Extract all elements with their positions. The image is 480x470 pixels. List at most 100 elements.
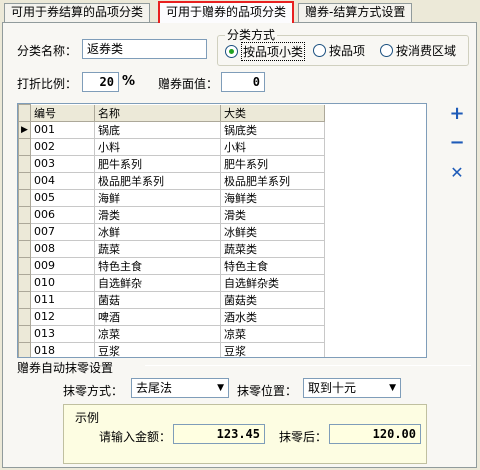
table-row[interactable]: 007 冰鲜 冰鲜类 [18, 222, 325, 241]
category-grid[interactable]: 编号 名称 大类 ▶ 001 锅底 锅底类 002 小料 小料 003 肥牛系列 肥牛系列 004 极… [17, 103, 427, 358]
cell-name[interactable]: 海鲜 [94, 188, 221, 207]
row-indicator[interactable] [18, 205, 31, 224]
table-row[interactable]: 013 凉菜 凉菜 [18, 324, 325, 343]
row-indicator[interactable] [18, 290, 31, 309]
delete-button[interactable]: ✕ [447, 163, 467, 183]
add-button[interactable]: + [447, 104, 467, 124]
col-header-major[interactable]: 大类 [220, 104, 325, 122]
table-row[interactable]: 009 特色主食 特色主食 [18, 256, 325, 275]
cell-major[interactable]: 冰鲜类 [220, 222, 325, 241]
cell-name[interactable]: 锅底 [94, 120, 221, 139]
cell-code[interactable]: 010 [30, 273, 95, 292]
cell-name[interactable]: 冰鲜 [94, 222, 221, 241]
cell-name[interactable]: 极品肥羊系列 [94, 171, 221, 190]
row-indicator[interactable] [18, 324, 31, 343]
row-indicator[interactable] [18, 171, 31, 190]
discount-input[interactable]: 20 [82, 72, 119, 92]
table-row[interactable]: 011 菌菇 菌菇类 [18, 290, 325, 309]
cell-code[interactable]: 012 [30, 307, 95, 326]
row-indicator[interactable] [18, 239, 31, 258]
row-indicator[interactable]: ▶ [18, 120, 31, 139]
radio-by-consume-area[interactable]: 按消费区域 [380, 42, 456, 59]
cell-code[interactable]: 009 [30, 256, 95, 275]
category-name-input[interactable]: 返券类 [82, 39, 207, 59]
cell-name[interactable]: 菌菇 [94, 290, 221, 309]
cell-major[interactable]: 肥牛系列 [220, 154, 325, 173]
table-row[interactable]: 005 海鲜 海鲜类 [18, 188, 325, 207]
row-indicator[interactable] [18, 307, 31, 326]
example-amount-input[interactable]: 123.45 [173, 424, 265, 444]
cell-major[interactable]: 凉菜 [220, 324, 325, 343]
table-row[interactable]: ▶ 001 锅底 锅底类 [18, 120, 325, 139]
row-indicator[interactable] [18, 222, 31, 241]
cell-code[interactable]: 001 [30, 120, 95, 139]
tab-settle-categories[interactable]: 可用于券结算的品项分类 [4, 3, 151, 22]
row-indicator[interactable] [18, 137, 31, 156]
cell-major[interactable]: 菌菇类 [220, 290, 325, 309]
cell-name[interactable]: 小料 [94, 137, 221, 156]
cell-major[interactable]: 酒水类 [220, 307, 325, 326]
cell-name[interactable]: 蔬菜 [94, 239, 221, 258]
cell-name[interactable]: 豆浆 [94, 341, 221, 357]
cell-name[interactable]: 啤酒 [94, 307, 221, 326]
cell-major[interactable]: 特色主食 [220, 256, 325, 275]
cell-name[interactable]: 特色主食 [94, 256, 221, 275]
cell-code[interactable]: 006 [30, 205, 95, 224]
rounding-mode-label: 抹零方式： [63, 384, 124, 398]
table-row[interactable]: 012 啤酒 酒水类 [18, 307, 325, 326]
remove-button[interactable]: − [447, 133, 467, 153]
cell-major[interactable]: 滑类 [220, 205, 325, 224]
col-header-name[interactable]: 名称 [94, 104, 221, 122]
cell-major[interactable]: 锅底类 [220, 120, 325, 139]
row-indicator[interactable] [18, 188, 31, 207]
cell-code[interactable]: 004 [30, 171, 95, 190]
tab-panel: 分类名称： 返券类 分类方式 按品项小类 按品项 按消费区域 打折比例： 20 … [2, 22, 477, 468]
cell-name[interactable]: 肥牛系列 [94, 154, 221, 173]
rounding-mode-select[interactable]: 去尾法 ▼ [131, 378, 229, 398]
rounding-position-label: 抹零位置： [237, 384, 298, 398]
cell-code[interactable]: 008 [30, 239, 95, 258]
cell-name[interactable]: 滑类 [94, 205, 221, 224]
table-row[interactable]: 008 蔬菜 蔬菜类 [18, 239, 325, 258]
category-name-label: 分类名称： [17, 44, 78, 58]
cell-major[interactable]: 海鲜类 [220, 188, 325, 207]
table-row[interactable]: 002 小料 小料 [18, 137, 325, 156]
chevron-down-icon: ▼ [217, 383, 224, 393]
row-indicator[interactable] [18, 341, 31, 357]
radio-label: 按消费区域 [396, 44, 457, 58]
cell-code[interactable]: 018 [30, 341, 95, 357]
cell-code[interactable]: 002 [30, 137, 95, 156]
table-row[interactable]: 018 豆浆 豆浆 [18, 341, 325, 357]
row-indicator[interactable] [18, 154, 31, 173]
discount-unit: % [122, 74, 136, 89]
example-title: 示例 [75, 411, 100, 425]
cell-major[interactable]: 小料 [220, 137, 325, 156]
face-value-input[interactable]: 0 [221, 72, 265, 92]
cell-code[interactable]: 003 [30, 154, 95, 173]
col-header-code[interactable]: 编号 [30, 104, 95, 122]
row-indicator[interactable] [18, 273, 31, 292]
table-row[interactable]: 004 极品肥羊系列 极品肥羊系列 [18, 171, 325, 190]
row-indicator[interactable] [18, 256, 31, 275]
cell-major[interactable]: 极品肥羊系列 [220, 171, 325, 190]
radio-by-subcategory[interactable]: 按品项小类 [225, 42, 306, 61]
cell-code[interactable]: 007 [30, 222, 95, 241]
chevron-down-icon: ▼ [389, 383, 396, 393]
rounding-position-select[interactable]: 取到十元 ▼ [303, 378, 401, 398]
cell-major[interactable]: 豆浆 [220, 341, 325, 357]
radio-by-item[interactable]: 按品项 [313, 42, 365, 59]
cell-code[interactable]: 005 [30, 188, 95, 207]
radio-dot [225, 45, 238, 58]
cell-name[interactable]: 自选鲜杂 [94, 273, 221, 292]
tab-gift-categories[interactable]: 可用于赠券的品项分类 [158, 1, 295, 23]
cell-code[interactable]: 011 [30, 290, 95, 309]
discount-label: 打折比例： [17, 77, 78, 91]
table-row[interactable]: 003 肥牛系列 肥牛系列 [18, 154, 325, 173]
table-row[interactable]: 006 滑类 滑类 [18, 205, 325, 224]
cell-code[interactable]: 013 [30, 324, 95, 343]
table-row[interactable]: 010 自选鲜杂 自选鲜杂类 [18, 273, 325, 292]
tab-settle-methods[interactable]: 赠券-结算方式设置 [298, 3, 413, 22]
cell-major[interactable]: 自选鲜杂类 [220, 273, 325, 292]
cell-name[interactable]: 凉菜 [94, 324, 221, 343]
cell-major[interactable]: 蔬菜类 [220, 239, 325, 258]
